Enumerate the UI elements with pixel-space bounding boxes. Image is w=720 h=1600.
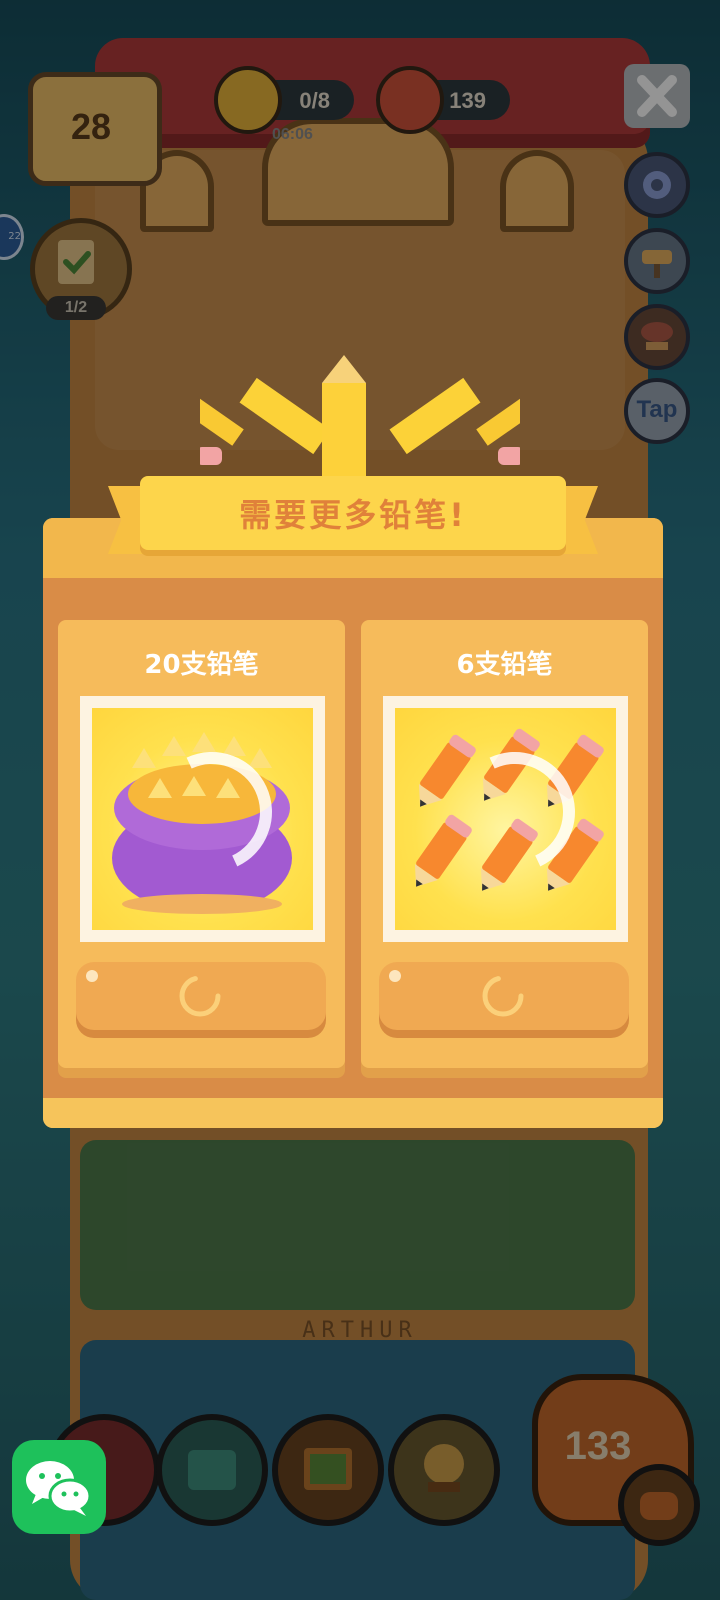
loading-spinner-icon: [179, 975, 221, 1017]
pencil-crown-icon: [200, 355, 520, 493]
offer-image-frame: [383, 696, 628, 942]
buy-20-pencils-button[interactable]: [76, 962, 326, 1030]
offer-image-frame: [80, 696, 325, 942]
offer-title: 20支铅笔: [144, 650, 259, 680]
wechat-button[interactable]: [12, 1440, 106, 1534]
offer-image: [92, 708, 313, 930]
button-shine: [86, 970, 98, 982]
offer-card-6-pencils[interactable]: 6支铅笔: [361, 620, 648, 1068]
dialog-title: 需要更多铅笔!: [239, 496, 467, 534]
offer-card-20-pencils[interactable]: 20支铅笔: [58, 620, 345, 1068]
loading-spinner-icon: [482, 975, 524, 1017]
offer-image: [395, 708, 616, 930]
buy-6-pencils-button[interactable]: [379, 962, 629, 1030]
button-shine: [389, 970, 401, 982]
offer-title: 6支铅笔: [456, 650, 553, 680]
wechat-icon: [26, 1461, 92, 1516]
dialog-bottom-strip: [43, 1098, 663, 1128]
